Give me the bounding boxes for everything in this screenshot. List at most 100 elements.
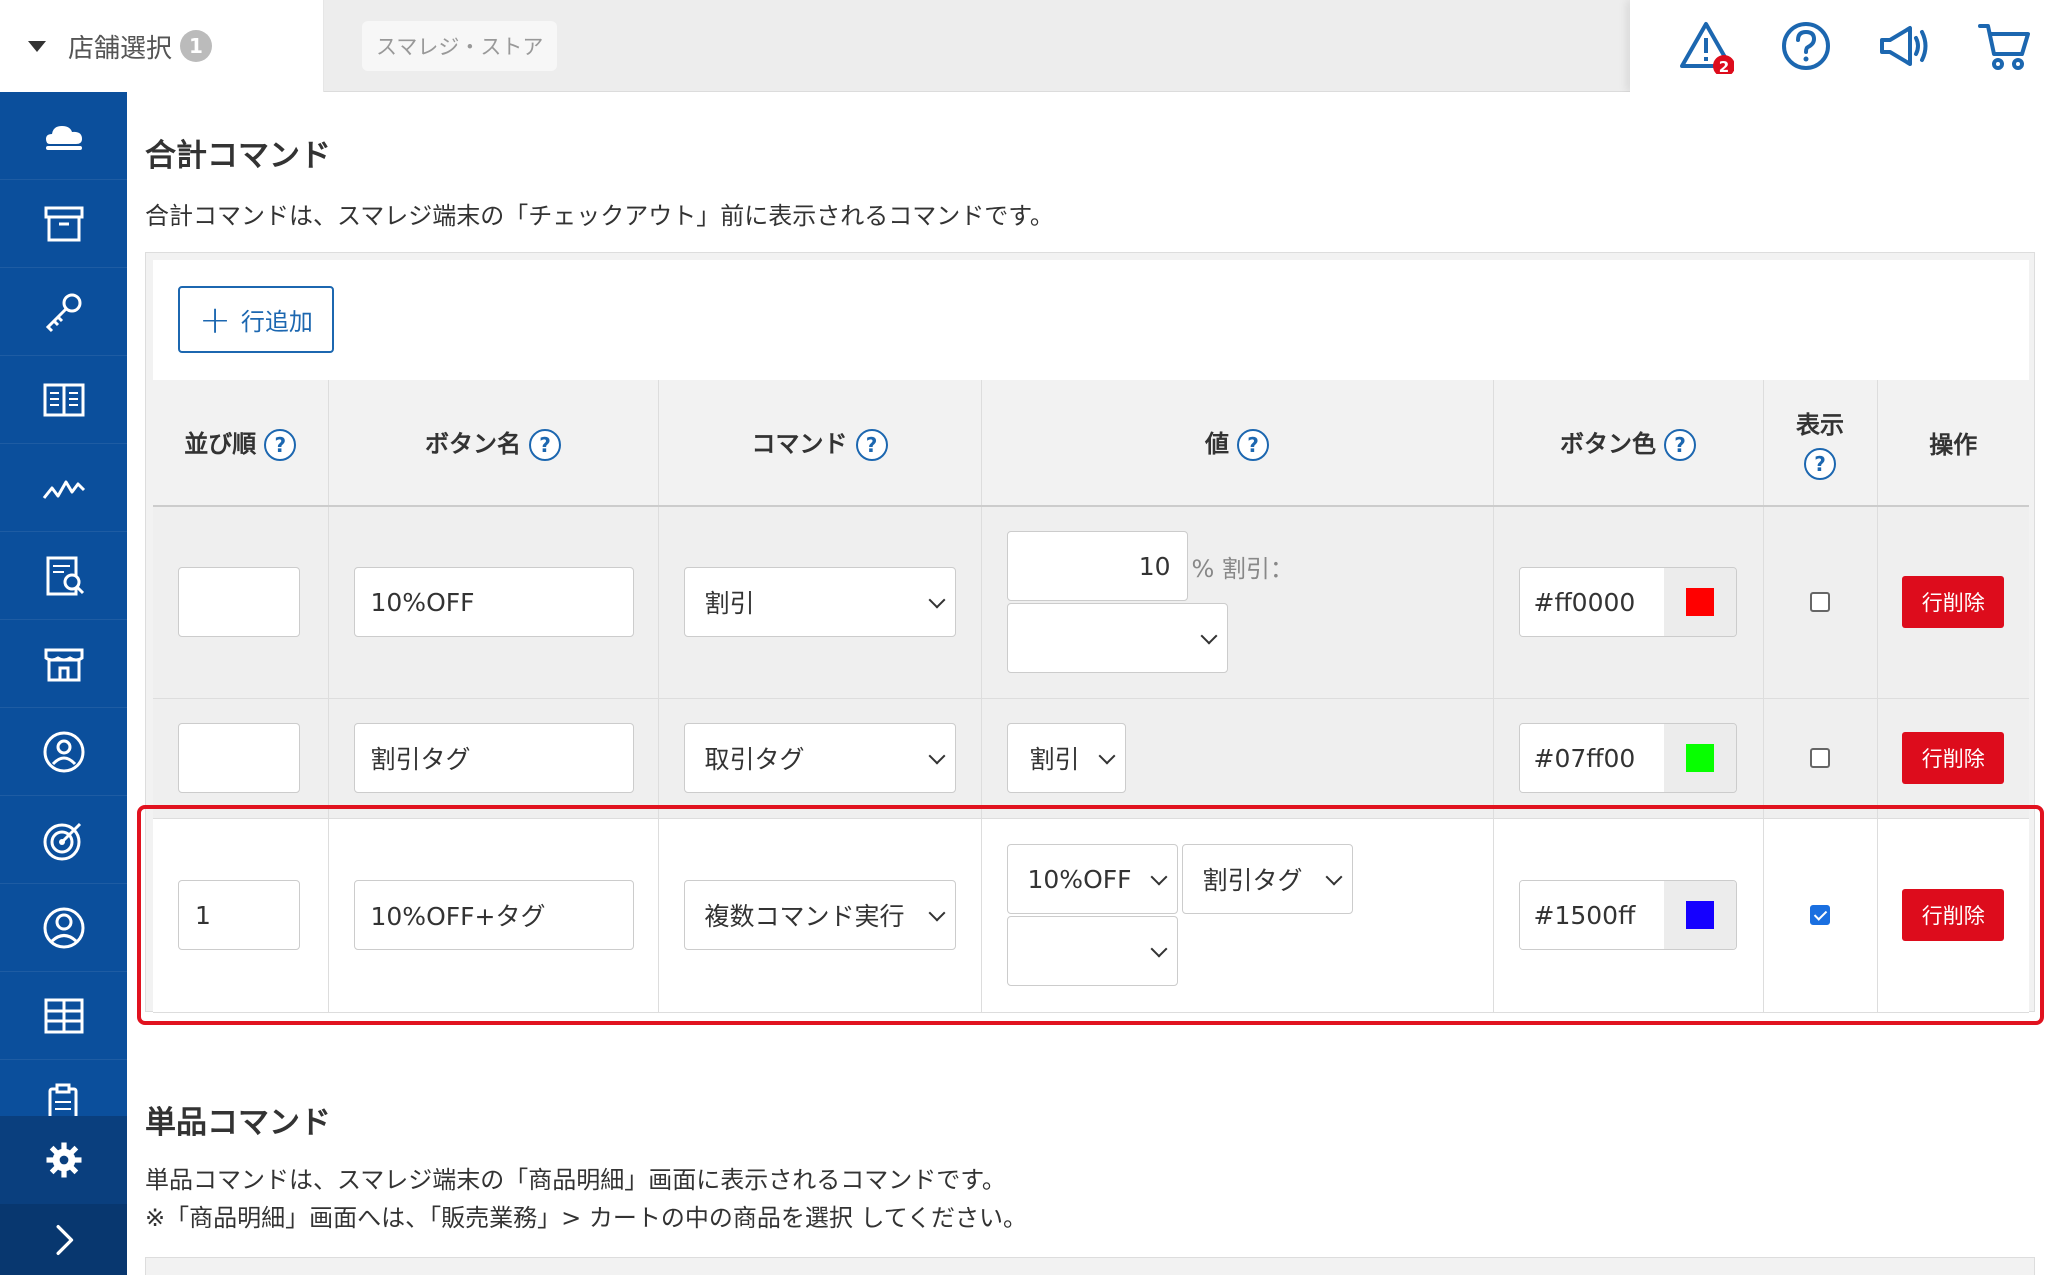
- sidebar-item-user[interactable]: [0, 884, 127, 972]
- add-row-button[interactable]: + 行追加: [178, 286, 334, 353]
- sidebar-item-target[interactable]: [0, 796, 127, 884]
- display-checkbox[interactable]: [1810, 748, 1830, 768]
- target-icon: [43, 822, 81, 860]
- sidebar-item-book[interactable]: [0, 356, 127, 444]
- total-commands-description: 合計コマンドは、スマレジ端末の「チェックアウト」前に表示されるコマンドです。: [145, 202, 1054, 230]
- chevron-down-icon: [928, 747, 945, 765]
- header-display: 表示?: [1763, 380, 1878, 507]
- cloud-icon: [45, 125, 82, 150]
- top-icon-group: 2: [1630, 0, 2051, 92]
- display-checkbox[interactable]: [1810, 905, 1830, 925]
- sidebar-item-store[interactable]: [0, 620, 127, 708]
- sidebar-item-cloud[interactable]: [0, 92, 127, 180]
- sub-command-select-1[interactable]: 10%OFF: [1006, 844, 1178, 914]
- color-swatch[interactable]: [1685, 588, 1714, 617]
- help-button-color-icon[interactable]: ?: [1664, 429, 1696, 461]
- header-value: 値?: [981, 380, 1494, 507]
- sub-command-select-3[interactable]: [1006, 916, 1178, 986]
- delete-row-button[interactable]: 行削除: [1902, 889, 2005, 941]
- settings-button[interactable]: [0, 1116, 127, 1204]
- chevron-down-icon: [928, 591, 945, 609]
- cart-icon[interactable]: [1976, 18, 2032, 74]
- color-swatch[interactable]: [1685, 744, 1714, 772]
- discount-unit-label: % 割引：: [1191, 554, 1294, 583]
- chevron-down-icon: [1150, 940, 1167, 958]
- store-select-label: 店舗選択: [68, 33, 173, 64]
- alert-icon[interactable]: 2: [1678, 18, 1735, 77]
- button-color-field[interactable]: #ff0000: [1518, 567, 1737, 638]
- delete-row-button[interactable]: 行削除: [1902, 576, 2005, 629]
- table-row: 10%OFF 割引 10 % 割引： #ff0000 行削除: [153, 506, 2029, 699]
- discount-type-select[interactable]: [1006, 603, 1228, 674]
- item-commands-note: ※「商品明細」画面へは、「販売業務」> カートの中の商品を選択 してください。: [145, 1204, 1028, 1232]
- chevron-down-icon: [928, 904, 945, 922]
- report-icon: [46, 556, 84, 595]
- chevron-right-icon: [56, 1224, 73, 1255]
- discount-amount-input[interactable]: 10: [1006, 531, 1188, 602]
- header-button-name: ボタン名?: [328, 380, 659, 507]
- command-select[interactable]: 複数コマンド実行: [683, 880, 956, 950]
- key-icon: [45, 293, 81, 332]
- help-display-icon[interactable]: ?: [1804, 448, 1836, 480]
- order-input[interactable]: [178, 567, 300, 638]
- display-checkbox[interactable]: [1810, 592, 1830, 613]
- help-icon[interactable]: [1778, 18, 1834, 74]
- archive-icon: [44, 206, 83, 241]
- sidebar-item-customer[interactable]: [0, 708, 127, 796]
- user-icon: [43, 907, 84, 948]
- store-select-dropdown[interactable]: 店舗選択 1: [0, 0, 324, 92]
- customer-icon: [43, 731, 84, 772]
- color-swatch[interactable]: [1685, 901, 1714, 929]
- main-content: 合計コマンド 合計コマンドは、スマレジ端末の「チェックアウト」前に表示されるコマ…: [127, 92, 2051, 1275]
- header-command: コマンド?: [658, 380, 982, 507]
- store-name-chip[interactable]: スマレジ・ストア: [362, 21, 558, 71]
- header-order: 並び順?: [153, 380, 329, 507]
- tag-select[interactable]: 割引: [1006, 723, 1126, 793]
- sidebar-item-report[interactable]: [0, 532, 127, 620]
- plus-icon: +: [199, 297, 231, 342]
- item-commands-description: 単品コマンドは、スマレジ端末の「商品明細」画面に表示されるコマンドです。: [145, 1166, 1006, 1194]
- caret-down-icon: [28, 40, 46, 52]
- store-icon: [44, 648, 83, 681]
- panel-toolbar: + 行追加: [153, 260, 2029, 380]
- help-value-icon[interactable]: ?: [1237, 429, 1269, 461]
- sub-command-select-2[interactable]: 割引タグ: [1181, 844, 1353, 914]
- total-commands-title: 合計コマンド: [145, 138, 331, 174]
- store-count-badge: 1: [180, 30, 213, 62]
- table-row: 1 10%OFF+タグ 複数コマンド実行 10%OFF 割引タグ #1500ff…: [153, 818, 2029, 1013]
- chevron-down-icon: [1150, 868, 1167, 886]
- chart-icon: [42, 480, 85, 499]
- order-input[interactable]: [178, 723, 300, 793]
- megaphone-icon[interactable]: [1876, 18, 1932, 74]
- button-color-input[interactable]: #ff0000: [1519, 568, 1664, 637]
- header-action: 操作: [1877, 380, 2029, 507]
- help-button-name-icon[interactable]: ?: [529, 429, 561, 461]
- button-color-input[interactable]: #1500ff: [1519, 881, 1664, 949]
- book-icon: [43, 383, 84, 416]
- sidebar-expand-button[interactable]: [0, 1204, 127, 1275]
- total-commands-panel: + 行追加 並び順? ボタン名? コマンド? 値? ボタン色? 表示 ? 操作 …: [145, 252, 2035, 1013]
- sidebar-item-analytics[interactable]: [0, 444, 127, 532]
- add-row-label: 行追加: [240, 308, 313, 336]
- button-color-field[interactable]: #07ff00: [1518, 723, 1737, 793]
- gear-icon: [46, 1142, 81, 1178]
- sidebar-item-key[interactable]: [0, 268, 127, 356]
- order-input[interactable]: 1: [178, 880, 300, 950]
- button-name-input[interactable]: 10%OFF+タグ: [353, 880, 634, 950]
- sidebar-item-archive[interactable]: [0, 180, 127, 268]
- total-commands-table: 並び順? ボタン名? コマンド? 値? ボタン色? 表示? 操作 10%OFF …: [153, 380, 2029, 1013]
- button-name-input[interactable]: 割引タグ: [353, 723, 634, 793]
- item-commands-panel: [145, 1257, 2035, 1275]
- top-bar: 店舗選択 1 スマレジ・ストア 2: [0, 0, 2051, 92]
- delete-row-button[interactable]: 行削除: [1902, 732, 2005, 784]
- button-name-input[interactable]: 10%OFF: [353, 567, 634, 638]
- table-row: 割引タグ 取引タグ 割引 #07ff00 行削除: [153, 698, 2029, 819]
- help-command-icon[interactable]: ?: [855, 429, 888, 461]
- command-select[interactable]: 割引: [683, 567, 956, 638]
- help-order-icon[interactable]: ?: [264, 429, 297, 461]
- chevron-down-icon: [1325, 868, 1342, 886]
- button-color-input[interactable]: #07ff00: [1519, 724, 1664, 792]
- sidebar-item-grid[interactable]: [0, 972, 127, 1060]
- button-color-field[interactable]: #1500ff: [1518, 880, 1737, 950]
- command-select[interactable]: 取引タグ: [683, 723, 956, 793]
